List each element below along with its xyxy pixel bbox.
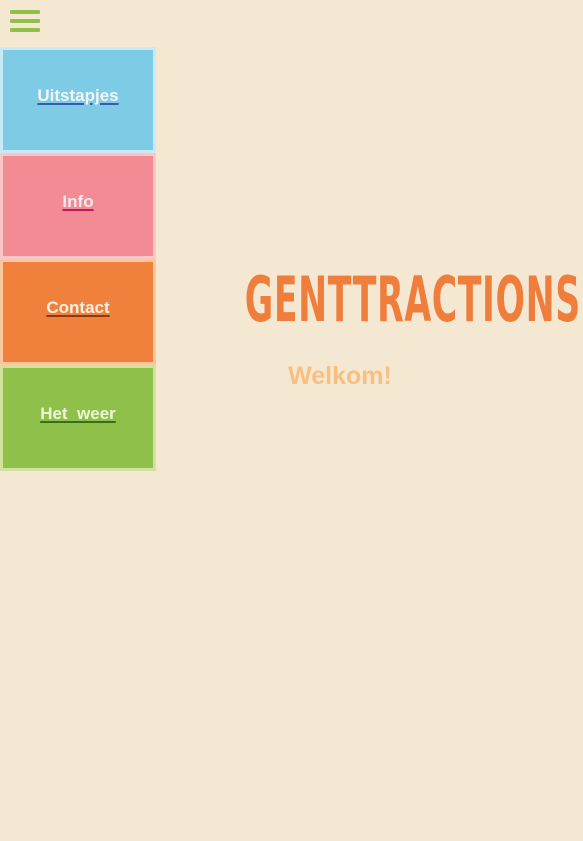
nav-tile-label: Info — [62, 192, 94, 211]
nav-tile-het-weer[interactable]: Het weer — [0, 365, 156, 471]
hamburger-line — [10, 19, 40, 23]
hamburger-line — [10, 28, 40, 32]
nav-tile-label: Contact — [46, 298, 110, 317]
nav-tile-info[interactable]: Info — [0, 153, 156, 259]
nav-tile-label: Het weer — [40, 404, 116, 423]
nav-tile-label: Uitstapjes — [37, 86, 119, 105]
hamburger-menu-icon[interactable] — [10, 10, 40, 34]
hamburger-line — [10, 10, 40, 14]
site-title: GENTTRACTIONS — [244, 263, 581, 336]
side-menu: Uitstapjes Info Contact Het weer — [0, 47, 156, 471]
welcome-heading: Welkom! — [288, 362, 392, 390]
nav-tile-contact[interactable]: Contact — [0, 259, 156, 365]
nav-tile-uitstapjes[interactable]: Uitstapjes — [0, 47, 156, 153]
